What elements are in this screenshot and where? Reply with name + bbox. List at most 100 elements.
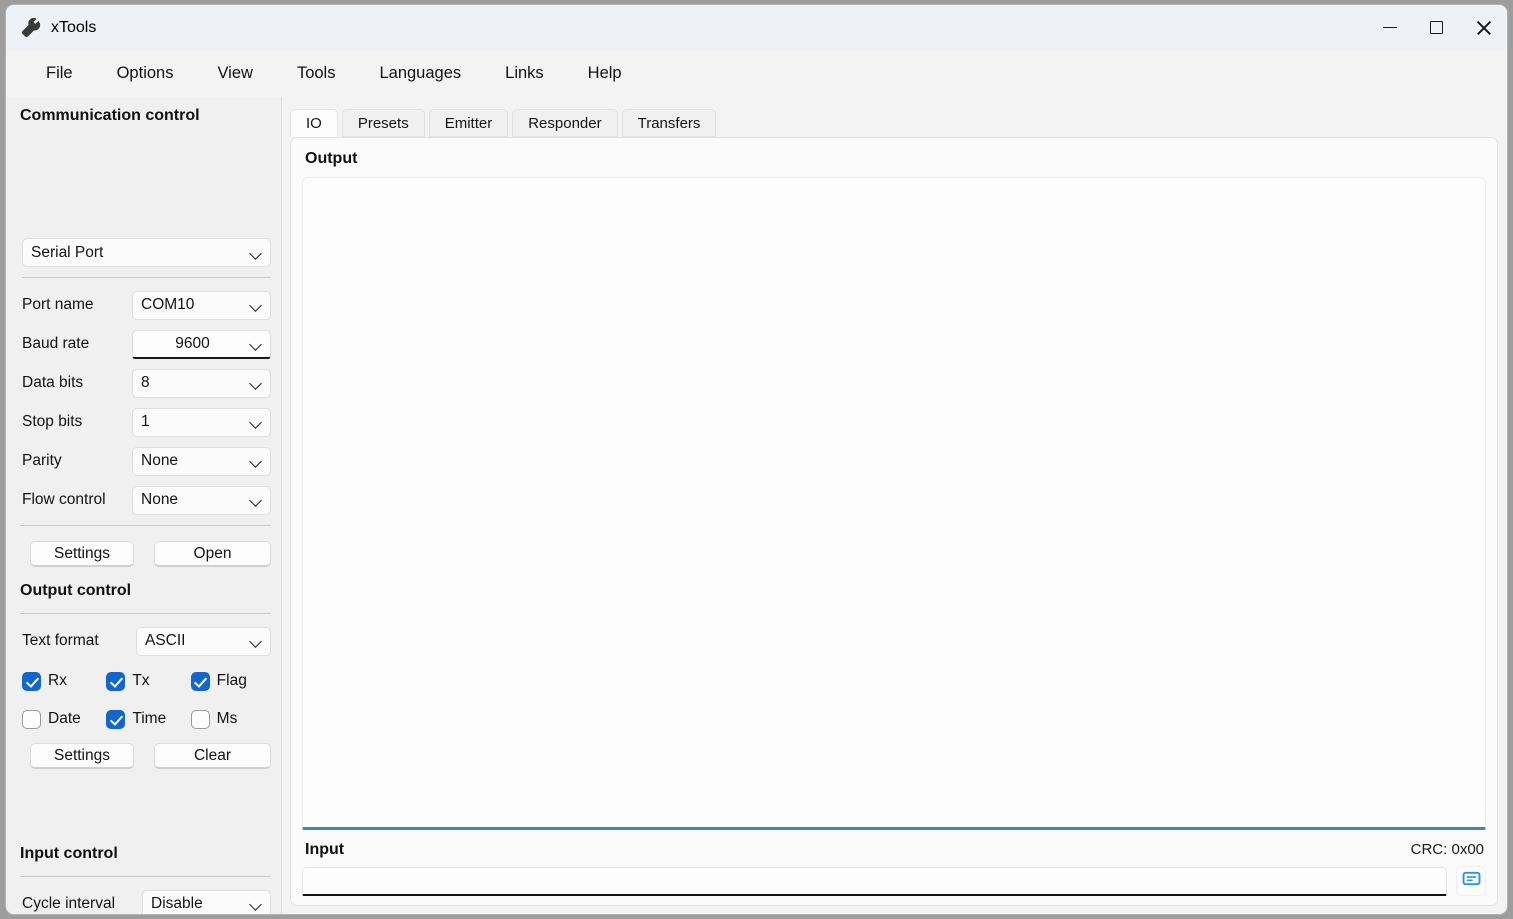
cycle-interval-combo[interactable]: Disable xyxy=(142,890,271,915)
tab-presets[interactable]: Presets xyxy=(342,109,425,137)
cycle-interval-value: Disable xyxy=(151,895,244,913)
input-field[interactable] xyxy=(302,867,1447,896)
checkbox-tx-label: Tx xyxy=(132,672,149,690)
data-bits-value: 8 xyxy=(141,374,244,392)
checkbox-rx-label: Rx xyxy=(48,672,67,690)
menu-file[interactable]: File xyxy=(24,58,95,89)
clear-output-button[interactable]: Clear xyxy=(154,743,271,769)
divider xyxy=(20,613,271,614)
baud-rate-value[interactable]: 9600 xyxy=(141,335,244,353)
data-bits-label: Data bits xyxy=(22,374,83,392)
chevron-down-icon xyxy=(248,245,264,261)
tab-transfers[interactable]: Transfers xyxy=(622,109,717,137)
checkbox-rx-box xyxy=(22,672,41,691)
maximize-icon xyxy=(1430,21,1443,34)
stop-bits-row: Stop bits 1 xyxy=(22,407,271,437)
chevron-down-icon xyxy=(248,633,264,649)
close-button[interactable] xyxy=(1460,5,1507,50)
checkbox-ms[interactable]: Ms xyxy=(191,705,275,733)
checkbox-rx[interactable]: Rx xyxy=(22,667,106,695)
menu-options[interactable]: Options xyxy=(95,58,196,89)
input-label: Input xyxy=(305,841,344,859)
checkbox-flag-label: Flag xyxy=(217,672,247,690)
output-text-format-value: ASCII xyxy=(145,632,244,650)
maximize-button[interactable] xyxy=(1413,5,1460,50)
app-title: xTools xyxy=(51,19,96,37)
port-name-row: Port name COM10 xyxy=(22,290,271,320)
app-window: xTools File Options View Tools Languages… xyxy=(5,4,1508,915)
output-settings-button[interactable]: Settings xyxy=(30,743,134,769)
chevron-down-icon xyxy=(248,414,264,430)
baud-rate-label: Baud rate xyxy=(22,335,89,353)
port-name-combo[interactable]: COM10 xyxy=(132,291,271,320)
close-icon xyxy=(1476,20,1492,36)
open-port-button[interactable]: Open xyxy=(154,541,271,567)
sidebar: Communication control Serial Port Port n… xyxy=(6,97,282,914)
checkbox-ms-label: Ms xyxy=(217,710,238,728)
communication-control-title: Communication control xyxy=(20,107,200,125)
stop-bits-combo[interactable]: 1 xyxy=(132,408,271,437)
output-text-format-combo[interactable]: ASCII xyxy=(136,627,271,656)
port-name-value: COM10 xyxy=(141,296,244,314)
output-text-format-row: Text format ASCII xyxy=(22,626,271,656)
menu-links[interactable]: Links xyxy=(483,58,566,89)
output-flags-row-1: Rx Tx Flag xyxy=(22,667,275,695)
crc-status: CRC: 0x00 xyxy=(1411,841,1484,858)
flow-control-label: Flow control xyxy=(22,491,106,509)
checkbox-flag-box xyxy=(191,672,210,691)
flow-control-value: None xyxy=(141,491,244,509)
chevron-down-icon xyxy=(248,492,264,508)
window-controls xyxy=(1366,5,1507,50)
parity-value: None xyxy=(141,452,244,470)
device-type-combo[interactable]: Serial Port xyxy=(22,238,271,267)
baud-rate-combo[interactable]: 9600 xyxy=(132,330,271,359)
divider xyxy=(22,277,271,278)
checkbox-date-box xyxy=(22,710,41,729)
port-name-label: Port name xyxy=(22,296,94,314)
minimize-button[interactable] xyxy=(1366,5,1413,50)
cycle-interval-row: Cycle interval Disable xyxy=(22,889,271,914)
checkbox-time-box xyxy=(106,710,125,729)
menu-tools[interactable]: Tools xyxy=(275,58,358,89)
flow-control-combo[interactable]: None xyxy=(132,486,271,515)
data-bits-combo[interactable]: 8 xyxy=(132,369,271,398)
checkbox-tx-box xyxy=(106,672,125,691)
message-box-icon-button[interactable] xyxy=(1456,866,1486,896)
parity-label: Parity xyxy=(22,452,62,470)
parity-combo[interactable]: None xyxy=(132,447,271,476)
cycle-interval-label: Cycle interval xyxy=(22,895,115,913)
input-row xyxy=(302,866,1486,896)
stop-bits-value: 1 xyxy=(141,413,244,431)
menu-help[interactable]: Help xyxy=(566,58,644,89)
message-box-icon xyxy=(1462,869,1481,893)
chevron-down-icon xyxy=(248,896,264,912)
menu-bar: File Options View Tools Languages Links … xyxy=(6,50,1507,97)
wrench-icon xyxy=(20,17,42,39)
baud-rate-row: Baud rate 9600 xyxy=(22,329,271,359)
input-header: Input CRC: 0x00 xyxy=(302,830,1486,866)
output-text-area[interactable] xyxy=(302,177,1486,830)
stop-bits-label: Stop bits xyxy=(22,413,82,431)
title-bar: xTools xyxy=(6,5,1507,50)
tab-responder[interactable]: Responder xyxy=(512,109,617,137)
checkbox-date[interactable]: Date xyxy=(22,705,106,733)
chevron-down-icon xyxy=(248,297,264,313)
body: Communication control Serial Port Port n… xyxy=(6,97,1507,914)
chevron-down-icon xyxy=(248,336,264,352)
checkbox-time[interactable]: Time xyxy=(106,705,190,733)
tab-io[interactable]: IO xyxy=(290,109,338,137)
chevron-down-icon xyxy=(248,375,264,391)
chevron-down-icon xyxy=(248,453,264,469)
checkbox-flag[interactable]: Flag xyxy=(191,667,275,695)
main-content: IO Presets Emitter Responder Transfers O… xyxy=(282,97,1507,914)
menu-languages[interactable]: Languages xyxy=(357,58,483,89)
communication-settings-button[interactable]: Settings xyxy=(30,541,134,567)
device-type-value: Serial Port xyxy=(31,244,244,262)
checkbox-ms-box xyxy=(191,710,210,729)
tab-emitter[interactable]: Emitter xyxy=(429,109,509,137)
output-control-title: Output control xyxy=(20,582,131,600)
menu-view[interactable]: View xyxy=(195,58,274,89)
parity-row: Parity None xyxy=(22,446,271,476)
checkbox-tx[interactable]: Tx xyxy=(106,667,190,695)
minimize-icon xyxy=(1383,27,1397,29)
